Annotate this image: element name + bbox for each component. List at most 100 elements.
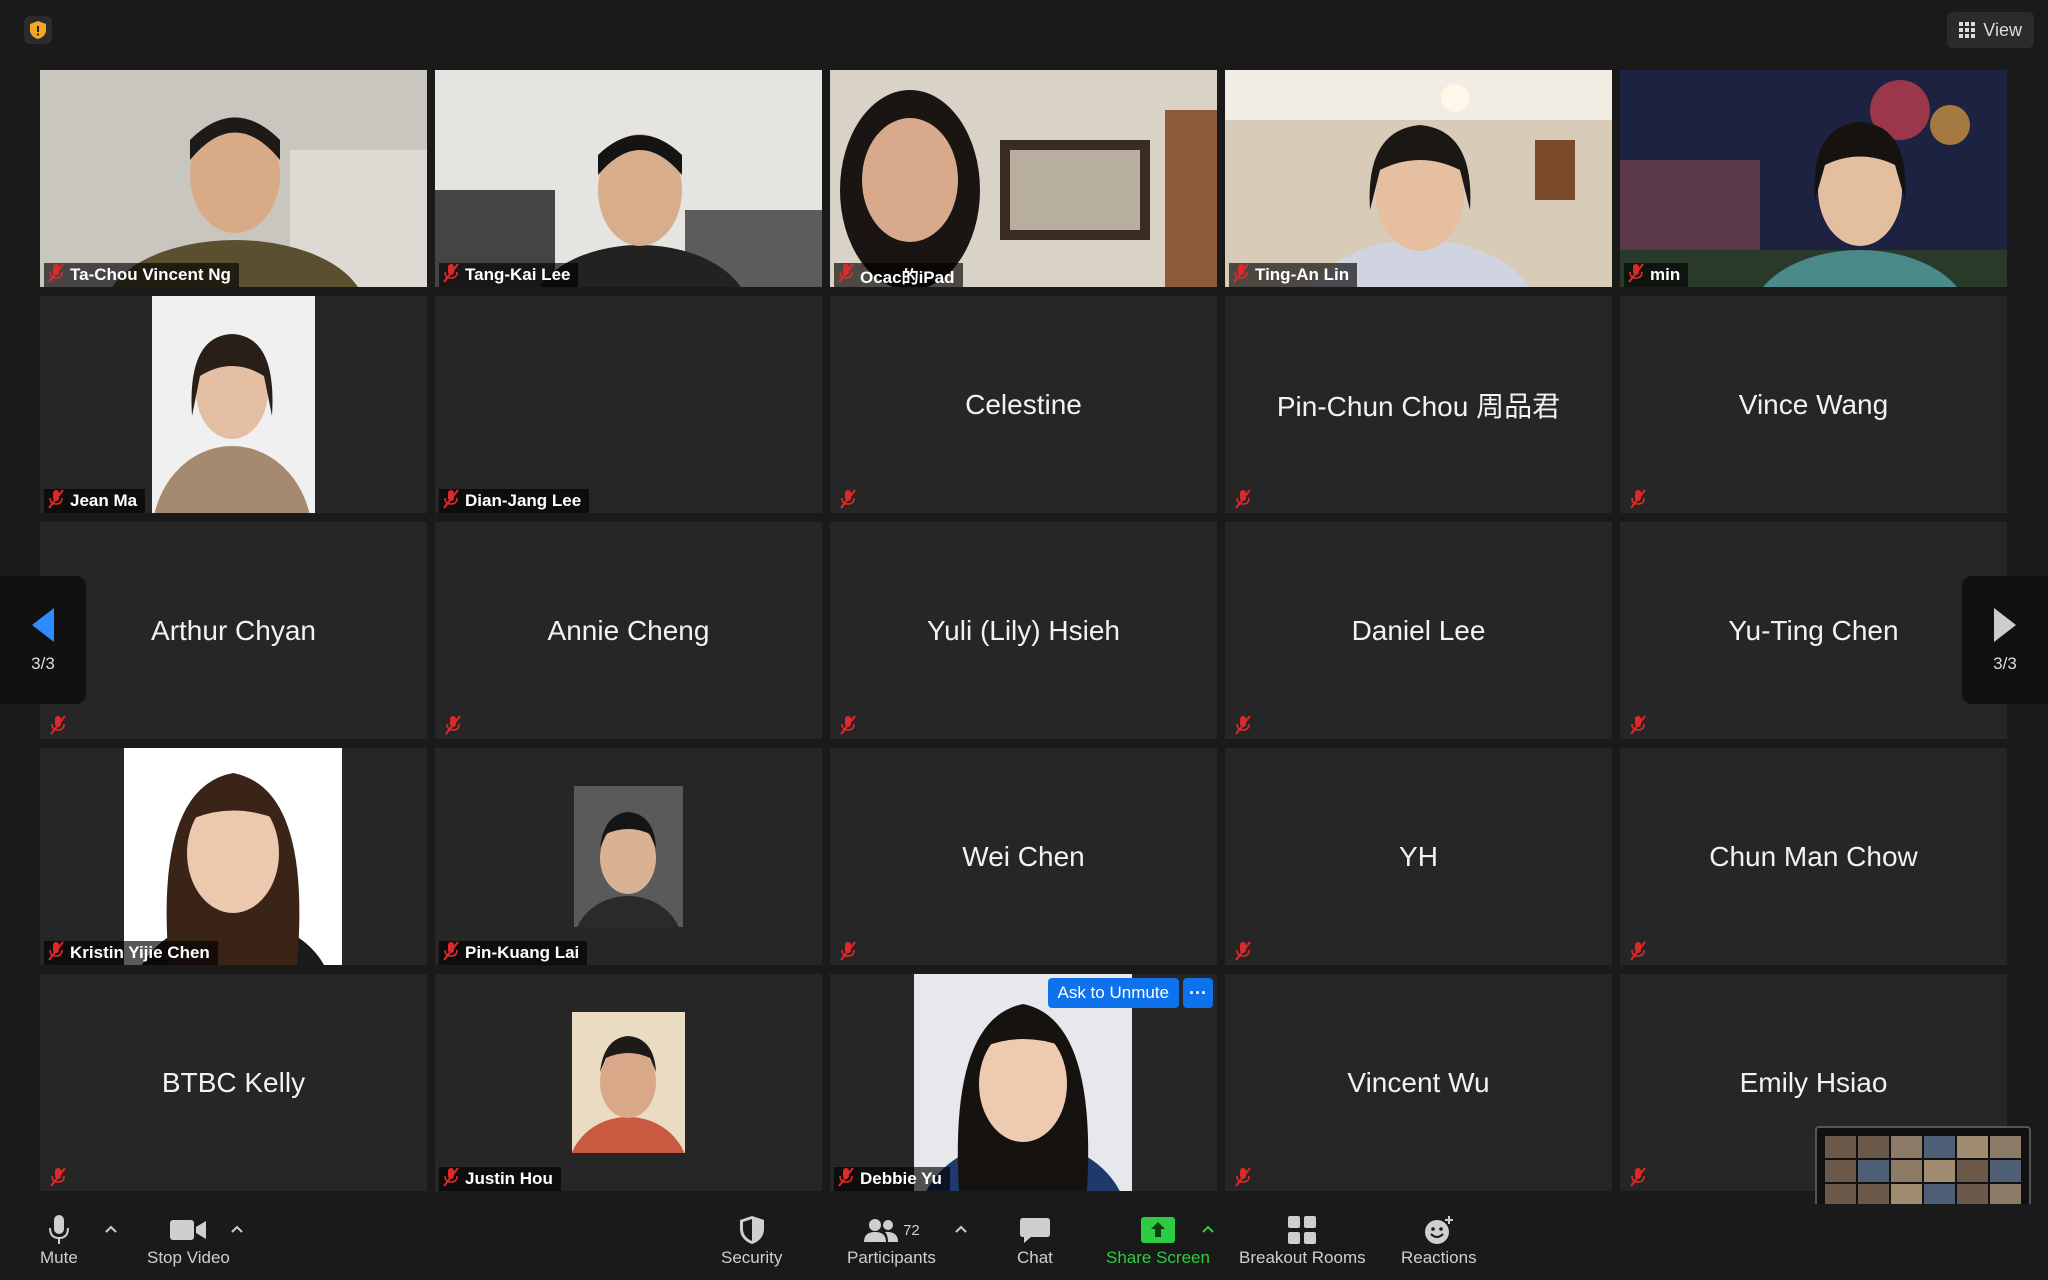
mute-button[interactable]: Mute	[40, 1212, 78, 1268]
participant-tile[interactable]: BTBC Kelly	[40, 974, 427, 1191]
muted-mic-icon	[443, 715, 463, 735]
participant-name-label: Kristin Yijie Chen	[44, 940, 218, 965]
participant-tile[interactable]: Justin Hou	[435, 974, 822, 1191]
breakout-rooms-button[interactable]: Breakout Rooms	[1239, 1212, 1366, 1268]
participant-tile[interactable]: Pin-Chun Chou 周品君	[1225, 296, 1612, 513]
page-indicator: 3/3	[31, 654, 55, 673]
chevron-up-icon[interactable]	[230, 1222, 244, 1236]
grid-view-icon	[1959, 22, 1976, 38]
participant-name: Daniel Lee	[1351, 614, 1486, 646]
breakout-rooms-label: Breakout Rooms	[1239, 1248, 1366, 1267]
participant-name: Chun Man Chow	[1709, 840, 1918, 872]
video-camera-icon	[170, 1220, 207, 1240]
security-shield-icon[interactable]	[24, 16, 52, 44]
muted-mic-icon	[443, 940, 459, 966]
muted-mic-icon	[48, 1167, 68, 1187]
chevron-right-icon	[1994, 608, 2016, 642]
chevron-up-icon[interactable]	[104, 1222, 118, 1236]
participant-name: Ta-Chou Vincent Ng	[70, 265, 231, 284]
smiley-icon	[1424, 1216, 1453, 1244]
participant-name: BTBC Kelly	[161, 1066, 306, 1098]
participant-tile[interactable]: Wei Chen	[830, 748, 1217, 965]
participant-tile[interactable]: Ting-An Lin	[1225, 70, 1612, 287]
muted-mic-icon	[1233, 489, 1253, 509]
participant-tile[interactable]: Yuli (Lily) Hsieh	[830, 522, 1217, 739]
participant-tile[interactable]: min	[1620, 70, 2007, 287]
participant-name: Justin Hou	[465, 1169, 553, 1188]
share-screen-button[interactable]: Share Screen	[1106, 1212, 1210, 1268]
participants-button[interactable]: 72 Participants	[847, 1212, 936, 1268]
participant-tile[interactable]: Kristin Yijie Chen	[40, 748, 427, 965]
participant-name: Pin-Chun Chou 周品君	[1276, 390, 1561, 422]
reactions-button[interactable]: Reactions	[1401, 1212, 1477, 1268]
participant-name-label: Tang-Kai Lee	[439, 262, 579, 288]
chevron-up-icon[interactable]	[954, 1222, 968, 1236]
participant-name-label: Ocac的iPad	[834, 262, 963, 287]
participant-name-label: Ta-Chou Vincent Ng	[44, 262, 239, 287]
profile-photo	[152, 296, 315, 513]
muted-mic-icon	[48, 488, 64, 514]
participant-name-label: Dian-Jang Lee	[439, 488, 590, 513]
muted-mic-icon	[838, 941, 858, 961]
page-indicator: 3/3	[1993, 654, 2017, 673]
top-bar: View	[0, 0, 2048, 60]
muted-mic-icon	[1233, 715, 1253, 735]
participant-name: Emily Hsiao	[1739, 1066, 1888, 1098]
participant-tile[interactable]: Ocac的iPad	[830, 70, 1217, 287]
participant-name-label: Justin Hou	[439, 1166, 561, 1191]
participant-name: YH	[1399, 840, 1438, 872]
participant-tile[interactable]: Vincent Wu	[1225, 974, 1612, 1191]
participant-tile[interactable]: Daniel Lee	[1225, 522, 1612, 739]
more-options-button[interactable]: ···	[1183, 978, 1213, 1008]
participant-tile[interactable]: Pin-Kuang Lai	[435, 748, 822, 965]
participant-name: Yu-Ting Chen	[1728, 614, 1899, 646]
participant-tile[interactable]: Celestine	[830, 296, 1217, 513]
participant-name-label: Jean Ma	[44, 488, 146, 514]
participant-name: Arthur Chyan	[151, 614, 316, 646]
chevron-up-icon[interactable]	[1201, 1222, 1215, 1236]
participant-tile[interactable]: Ta-Chou Vincent Ng	[40, 70, 427, 287]
share-screen-label: Share Screen	[1106, 1248, 1210, 1267]
microphone-icon	[48, 1215, 69, 1244]
muted-mic-icon	[443, 262, 459, 288]
participant-name-label: min	[1624, 262, 1689, 288]
chat-bubble-icon	[1019, 1218, 1050, 1243]
chat-label: Chat	[1017, 1248, 1053, 1267]
participant-name: Ocac的iPad	[860, 267, 955, 287]
participant-name: Wei Chen	[962, 840, 1085, 872]
muted-mic-icon	[48, 715, 68, 735]
security-label: Security	[721, 1248, 783, 1267]
security-button[interactable]: Security	[721, 1212, 782, 1268]
view-button[interactable]: View	[1947, 12, 2034, 48]
participant-tile[interactable]: Chun Man Chow	[1620, 748, 2007, 965]
participant-name: Pin-Kuang Lai	[465, 943, 580, 962]
muted-mic-icon	[838, 715, 858, 735]
next-page-button[interactable]: 3/3	[1962, 576, 2048, 704]
ask-to-unmute-button[interactable]: Ask to Unmute	[1047, 978, 1179, 1008]
participant-name: Vincent Wu	[1347, 1066, 1490, 1098]
stop-video-button[interactable]: Stop Video	[147, 1212, 230, 1268]
participant-video	[435, 70, 822, 287]
chevron-left-icon	[32, 608, 54, 642]
participant-tile[interactable]: Dian-Jang Lee	[435, 296, 822, 513]
profile-photo	[574, 786, 683, 927]
muted-mic-icon	[1233, 1167, 1253, 1187]
participant-video	[1620, 70, 2007, 287]
participant-tile[interactable]: Annie Cheng	[435, 522, 822, 739]
previous-page-button[interactable]: 3/3	[0, 576, 86, 704]
participant-tile[interactable]: Ask to Unmute ··· Debbie Yu	[830, 974, 1217, 1191]
participant-tile[interactable]: Yu-Ting Chen	[1620, 522, 2007, 739]
muted-mic-icon	[1628, 262, 1644, 288]
participant-tile[interactable]: Vince Wang	[1620, 296, 2007, 513]
participant-tile[interactable]: Tang-Kai Lee	[435, 70, 822, 287]
participant-video	[830, 70, 1217, 287]
participant-tile[interactable]: Arthur Chyan	[40, 522, 427, 739]
mute-label: Mute	[40, 1248, 78, 1267]
share-screen-icon	[1140, 1217, 1175, 1243]
participant-tile[interactable]: YH	[1225, 748, 1612, 965]
muted-mic-icon	[1233, 262, 1249, 288]
chat-button[interactable]: Chat	[1017, 1212, 1053, 1268]
participant-name: Annie Cheng	[547, 614, 710, 646]
participant-tile[interactable]: Jean Ma	[40, 296, 427, 513]
participant-video	[1225, 70, 1612, 287]
